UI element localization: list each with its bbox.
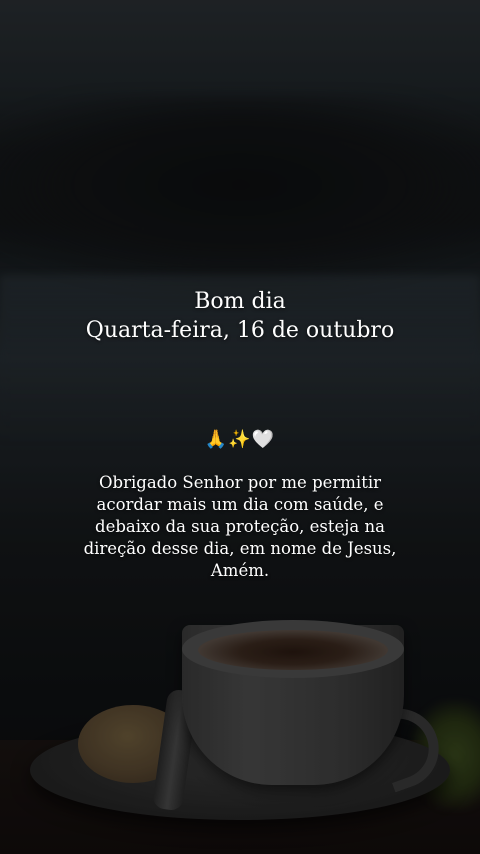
greeting-title: Bom dia Quarta-feira, 16 de outubro — [0, 287, 480, 345]
pray-emoji-icon: 🙏 — [204, 429, 229, 450]
prayer-text: Obrigado Senhor por me permitir acordar … — [83, 473, 397, 580]
story-screen[interactable]: Bom dia Quarta-feira, 16 de outubro 🙏✨🤍 … — [0, 0, 480, 854]
white-heart-emoji-icon: 🤍 — [251, 429, 276, 450]
greeting-line-1: Bom dia — [194, 289, 286, 314]
story-text-layer: Bom dia Quarta-feira, 16 de outubro 🙏✨🤍 … — [0, 0, 480, 854]
greeting-date: Quarta-feira, 16 de outubro — [85, 318, 395, 343]
emoji-row: 🙏✨🤍 — [0, 428, 480, 452]
sparkles-emoji-icon: ✨ — [228, 429, 252, 450]
